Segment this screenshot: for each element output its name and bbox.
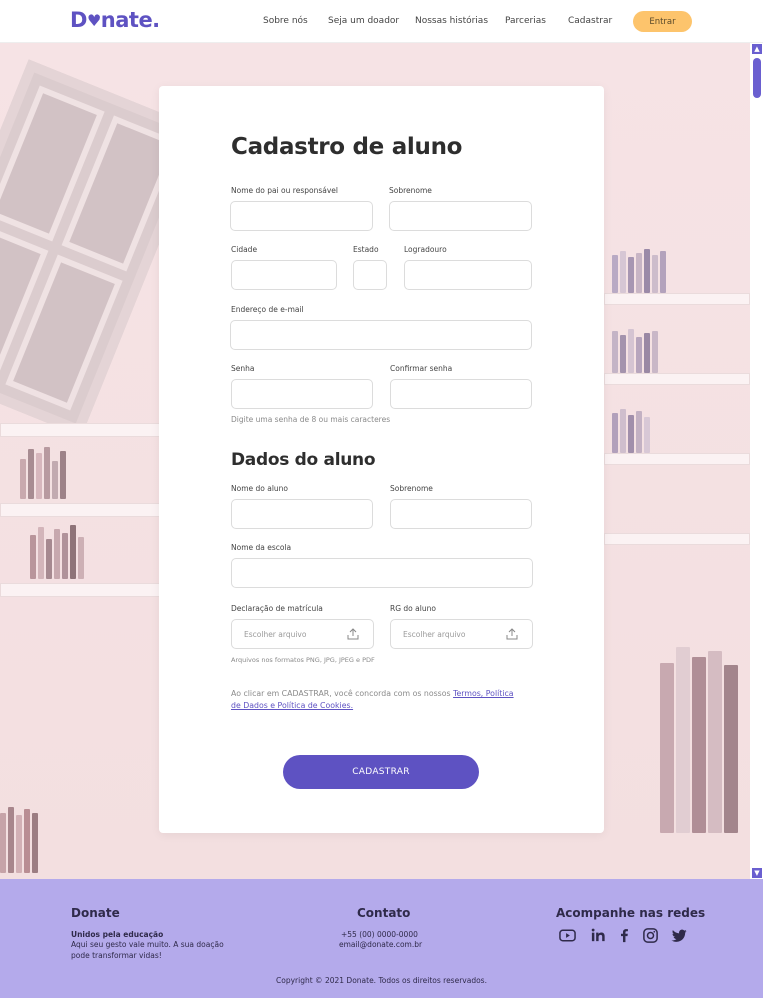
parent-name-label: Nome do pai ou responsável: [231, 186, 338, 195]
enrollment-file-picker[interactable]: Escolher arquivo: [231, 619, 374, 649]
footer-description-line1: Aqui seu gesto vale muito. A sua doação: [71, 940, 224, 949]
school-input[interactable]: [231, 558, 533, 588]
student-surname-label: Sobrenome: [390, 484, 433, 493]
youtube-icon[interactable]: [559, 927, 576, 944]
submit-button[interactable]: CADASTRAR: [283, 755, 479, 789]
footer-tagline: Unidos pela educação: [71, 930, 164, 939]
facebook-icon[interactable]: [616, 927, 633, 944]
password-input[interactable]: [231, 379, 373, 409]
confirm-password-label: Confirmar senha: [390, 364, 453, 373]
scrollbar-track[interactable]: [750, 43, 763, 879]
logo[interactable]: D♥nate.: [70, 8, 160, 32]
surname-label: Sobrenome: [389, 186, 432, 195]
scroll-down-arrow-icon[interactable]: ▼: [752, 868, 762, 878]
scroll-up-arrow-icon[interactable]: ▲: [752, 44, 762, 54]
registration-card: Cadastro de aluno Nome do pai ou respons…: [159, 86, 604, 833]
school-label: Nome da escola: [231, 543, 292, 552]
city-input[interactable]: [231, 260, 337, 290]
footer-description-line2: pode transformar vidas!: [71, 951, 162, 960]
student-surname-input[interactable]: [390, 499, 532, 529]
footer-brand-title: Donate: [71, 906, 120, 920]
parent-name-input[interactable]: [230, 201, 373, 231]
file-placeholder: Escolher arquivo: [244, 630, 307, 639]
terms-text: Ao clicar em CADASTRAR, você concorda co…: [231, 688, 521, 712]
nav-link-nossas-historias[interactable]: Nossas histórias: [415, 16, 488, 26]
linkedin-icon[interactable]: [590, 927, 607, 944]
street-input[interactable]: [404, 260, 532, 290]
login-button[interactable]: Entrar: [633, 11, 692, 32]
email-label: Endereço de e-mail: [231, 305, 304, 314]
password-label: Senha: [231, 364, 255, 373]
form-title: Cadastro de aluno: [231, 134, 463, 160]
state-label: Estado: [353, 245, 379, 254]
state-input[interactable]: [353, 260, 387, 290]
rg-file-picker[interactable]: Escolher arquivo: [390, 619, 533, 649]
email-input[interactable]: [230, 320, 532, 350]
terms-prefix: Ao clicar em CADASTRAR, você concorda co…: [231, 689, 454, 698]
footer: Donate Unidos pela educação Aqui seu ges…: [0, 879, 763, 998]
heart-icon: ♥: [86, 11, 101, 30]
footer-email[interactable]: email@donate.com.br: [339, 940, 422, 951]
nav-link-seja-um-doador[interactable]: Seja um doador: [328, 16, 399, 26]
footer-phone: +55 (00) 0000-0000: [341, 930, 418, 939]
upload-icon: [347, 628, 359, 640]
city-label: Cidade: [231, 245, 258, 254]
footer-contact-title: Contato: [357, 906, 411, 920]
street-label: Logradouro: [404, 245, 447, 254]
confirm-password-input[interactable]: [390, 379, 532, 409]
footer-social-title: Acompanhe nas redes: [556, 906, 706, 920]
nav-link-sobre-nos[interactable]: Sobre nós: [263, 16, 308, 26]
nav-link-cadastrar[interactable]: Cadastrar: [568, 16, 612, 26]
nav-link-parcerias[interactable]: Parcerias: [505, 16, 546, 26]
file-formats-hint: Arquivos nos formatos PNG, JPG, JPEG e P…: [231, 656, 375, 664]
scrollbar-thumb[interactable]: [753, 58, 761, 98]
upload-icon: [506, 628, 518, 640]
student-name-label: Nome do aluno: [231, 484, 289, 493]
file-placeholder: Escolher arquivo: [403, 630, 466, 639]
twitter-icon[interactable]: [671, 927, 688, 944]
enrollment-label: Declaração de matrícula: [231, 604, 323, 613]
instagram-icon[interactable]: [642, 927, 659, 944]
rg-label: RG do aluno: [390, 604, 436, 613]
password-hint: Digite uma senha de 8 ou mais caracteres: [231, 415, 391, 424]
student-name-input[interactable]: [231, 499, 373, 529]
surname-input[interactable]: [389, 201, 532, 231]
student-section-title: Dados do aluno: [231, 450, 376, 470]
copyright-text: Copyright © 2021 Donate. Todos os direit…: [276, 976, 487, 985]
top-navbar: D♥nate. Sobre nós Seja um doador Nossas …: [0, 0, 763, 43]
